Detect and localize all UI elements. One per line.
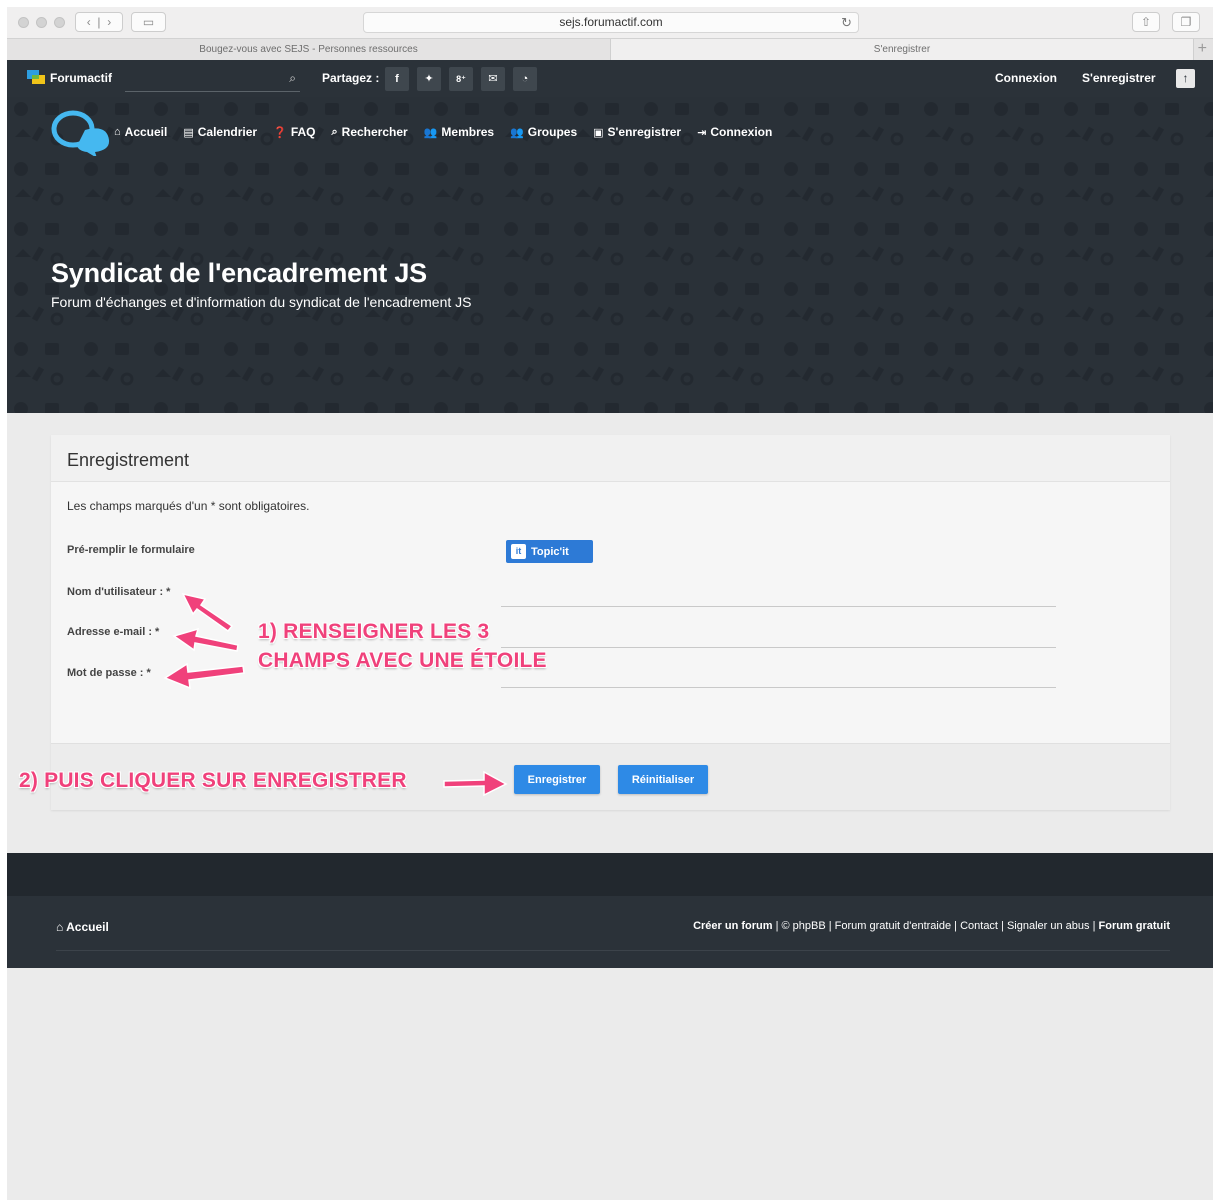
search-icon[interactable]: ⌕ [289,71,296,86]
panel-header: Enregistrement [51,435,1170,482]
footer-divider [56,950,1170,951]
page-bottom-area [7,968,1213,1200]
login-icon: ⇥ [697,126,707,139]
nav-item-rechercher[interactable]: ⌕ Rechercher [331,125,407,139]
topicit-icon: it [511,544,526,559]
submit-button[interactable]: Enregistrer [514,765,600,794]
nav-item-connexion[interactable]: ⇥ Connexion [697,125,772,139]
zoom-window-icon[interactable] [54,17,65,28]
twitter-icon[interactable]: ✦ [417,67,441,91]
tabs-overview-icon[interactable]: ❐ [1172,12,1200,32]
page-footer: ⌂ Accueil Créer un forum | © phpBB | For… [7,896,1213,968]
nav-label: Calendrier [197,125,258,139]
browser-toolbar: ‹ | › ▭ sejs.forumactif.com ↻ ⇧ ❐ [7,7,1213,38]
footer-home-link[interactable]: ⌂ Accueil [56,920,109,934]
registration-panel: Enregistrement Les champs marqués d'un *… [51,435,1170,810]
browser-tabs: Bougez-vous avec SEJS - Personnes ressou… [7,38,1213,60]
site-description: Forum d'échanges et d'information du syn… [51,294,472,310]
username-input[interactable] [501,585,1056,607]
nav-item-groupes[interactable]: 👥 Groupes [510,125,577,139]
url-text: sejs.forumactif.com [559,15,663,29]
footer-top-band [7,853,1213,896]
nav-label: FAQ [290,125,316,139]
register-icon: ▣ [593,126,604,139]
reset-button[interactable]: Réinitialiser [618,765,708,794]
topicit-button[interactable]: it Topic'it [506,540,593,563]
browser-chrome: ‹ | › ▭ sejs.forumactif.com ↻ ⇧ ❐ Bougez… [7,7,1213,60]
browser-tab-active[interactable]: S'enregistrer [610,39,1194,60]
forumactif-brand[interactable]: Forumactif [50,71,112,85]
toolbar-login-link[interactable]: Connexion [995,71,1057,85]
calendar-icon: ▤ [183,126,194,139]
required-note: Les champs marqués d'un * sont obligatoi… [67,499,310,513]
browser-tab[interactable]: Bougez-vous avec SEJS - Personnes ressou… [7,39,610,60]
topicit-label: Topic'it [531,545,569,558]
url-bar[interactable]: sejs.forumactif.com ↻ [363,12,859,33]
forum-header: ⌂ Accueil ▤ Calendrier ❓ FAQ ⌕ Rechercher 👥 M… [7,97,1213,413]
nav-label: Accueil [124,125,168,139]
minimize-window-icon[interactable] [36,17,47,28]
question-icon: ❓ [273,126,287,139]
close-window-icon[interactable] [18,17,29,28]
footer-misc-links[interactable]: | © phpBB | Forum gratuit d'entraide | C… [773,920,1099,932]
footer-create-forum-link[interactable]: Créer un forum [693,920,772,932]
password-label: Mot de passe : * [67,667,151,679]
search-icon: ⌕ [331,125,338,138]
nav-label: Connexion [710,125,773,139]
main-nav: ⌂ Accueil ▤ Calendrier ❓ FAQ ⌕ Rechercher 👥 M… [114,125,788,139]
reload-icon[interactable]: ↻ [841,13,852,32]
email-input[interactable] [501,626,1056,648]
footer-home-label: Accueil [66,920,109,934]
share-icon[interactable]: ⇧ [1132,12,1160,32]
site-title[interactable]: Syndicat de l'encadrement JS [51,258,427,289]
facebook-icon[interactable]: f [385,67,409,91]
prefill-label: Pré-remplir le formulaire [67,544,195,556]
annotation-step2: 2) PUIS CLIQUER SUR ENREGISTRER [19,769,407,792]
nav-label: S'enregistrer [607,125,682,139]
panel-title: Enregistrement [67,450,190,470]
forumactif-toolbar: Forumactif ⌕ Partagez : f ✦ 8⁺ ✉ ◔ Conne… [7,60,1213,97]
toolbar-register-link[interactable]: S'enregistrer [1082,71,1156,85]
email-label: Adresse e-mail : * [67,626,160,638]
footer-links: Créer un forum | © phpBB | Forum gratuit… [693,920,1170,932]
forum-logo-icon[interactable] [51,110,111,156]
footer-free-forum-link[interactable]: Forum gratuit [1099,920,1171,932]
nav-item-senregistrer[interactable]: ▣ S'enregistrer [593,125,681,139]
nav-item-accueil[interactable]: ⌂ Accueil [114,125,167,139]
share-label: Partagez : [322,71,380,85]
new-tab-icon[interactable]: + [1198,40,1207,58]
home-icon: ⌂ [56,920,67,934]
home-icon: ⌂ [114,126,121,138]
annotation-step1-line2: CHAMPS AVEC UNE ÉTOILE [258,649,547,672]
annotation-step1-line1: 1) RENSEIGNER LES 3 [258,620,490,643]
scroll-top-icon[interactable]: ↑ [1176,69,1195,88]
nav-item-membres[interactable]: 👥 Membres [424,125,494,139]
back-forward-buttons[interactable]: ‹ | › [75,12,123,32]
password-input[interactable] [501,666,1056,688]
nav-label: Membres [441,125,495,139]
groups-icon: 👥 [510,126,524,139]
sidebar-icon[interactable]: ▭ [131,12,166,32]
rss-icon[interactable]: ◔ [513,67,537,91]
google-plus-icon[interactable]: 8⁺ [449,67,473,91]
mail-icon[interactable]: ✉ [481,67,505,91]
forumactif-logo-icon[interactable] [27,70,45,86]
nav-item-calendrier[interactable]: ▤ Calendrier [183,125,257,139]
toolbar-search[interactable]: ⌕ [125,70,300,92]
nav-label: Groupes [527,125,578,139]
header-pattern-decoration [7,97,1213,413]
members-icon: 👥 [423,126,438,139]
username-label: Nom d'utilisateur : * [67,586,171,598]
nav-item-faq[interactable]: ❓ FAQ [273,125,315,139]
nav-label: Rechercher [341,125,408,139]
